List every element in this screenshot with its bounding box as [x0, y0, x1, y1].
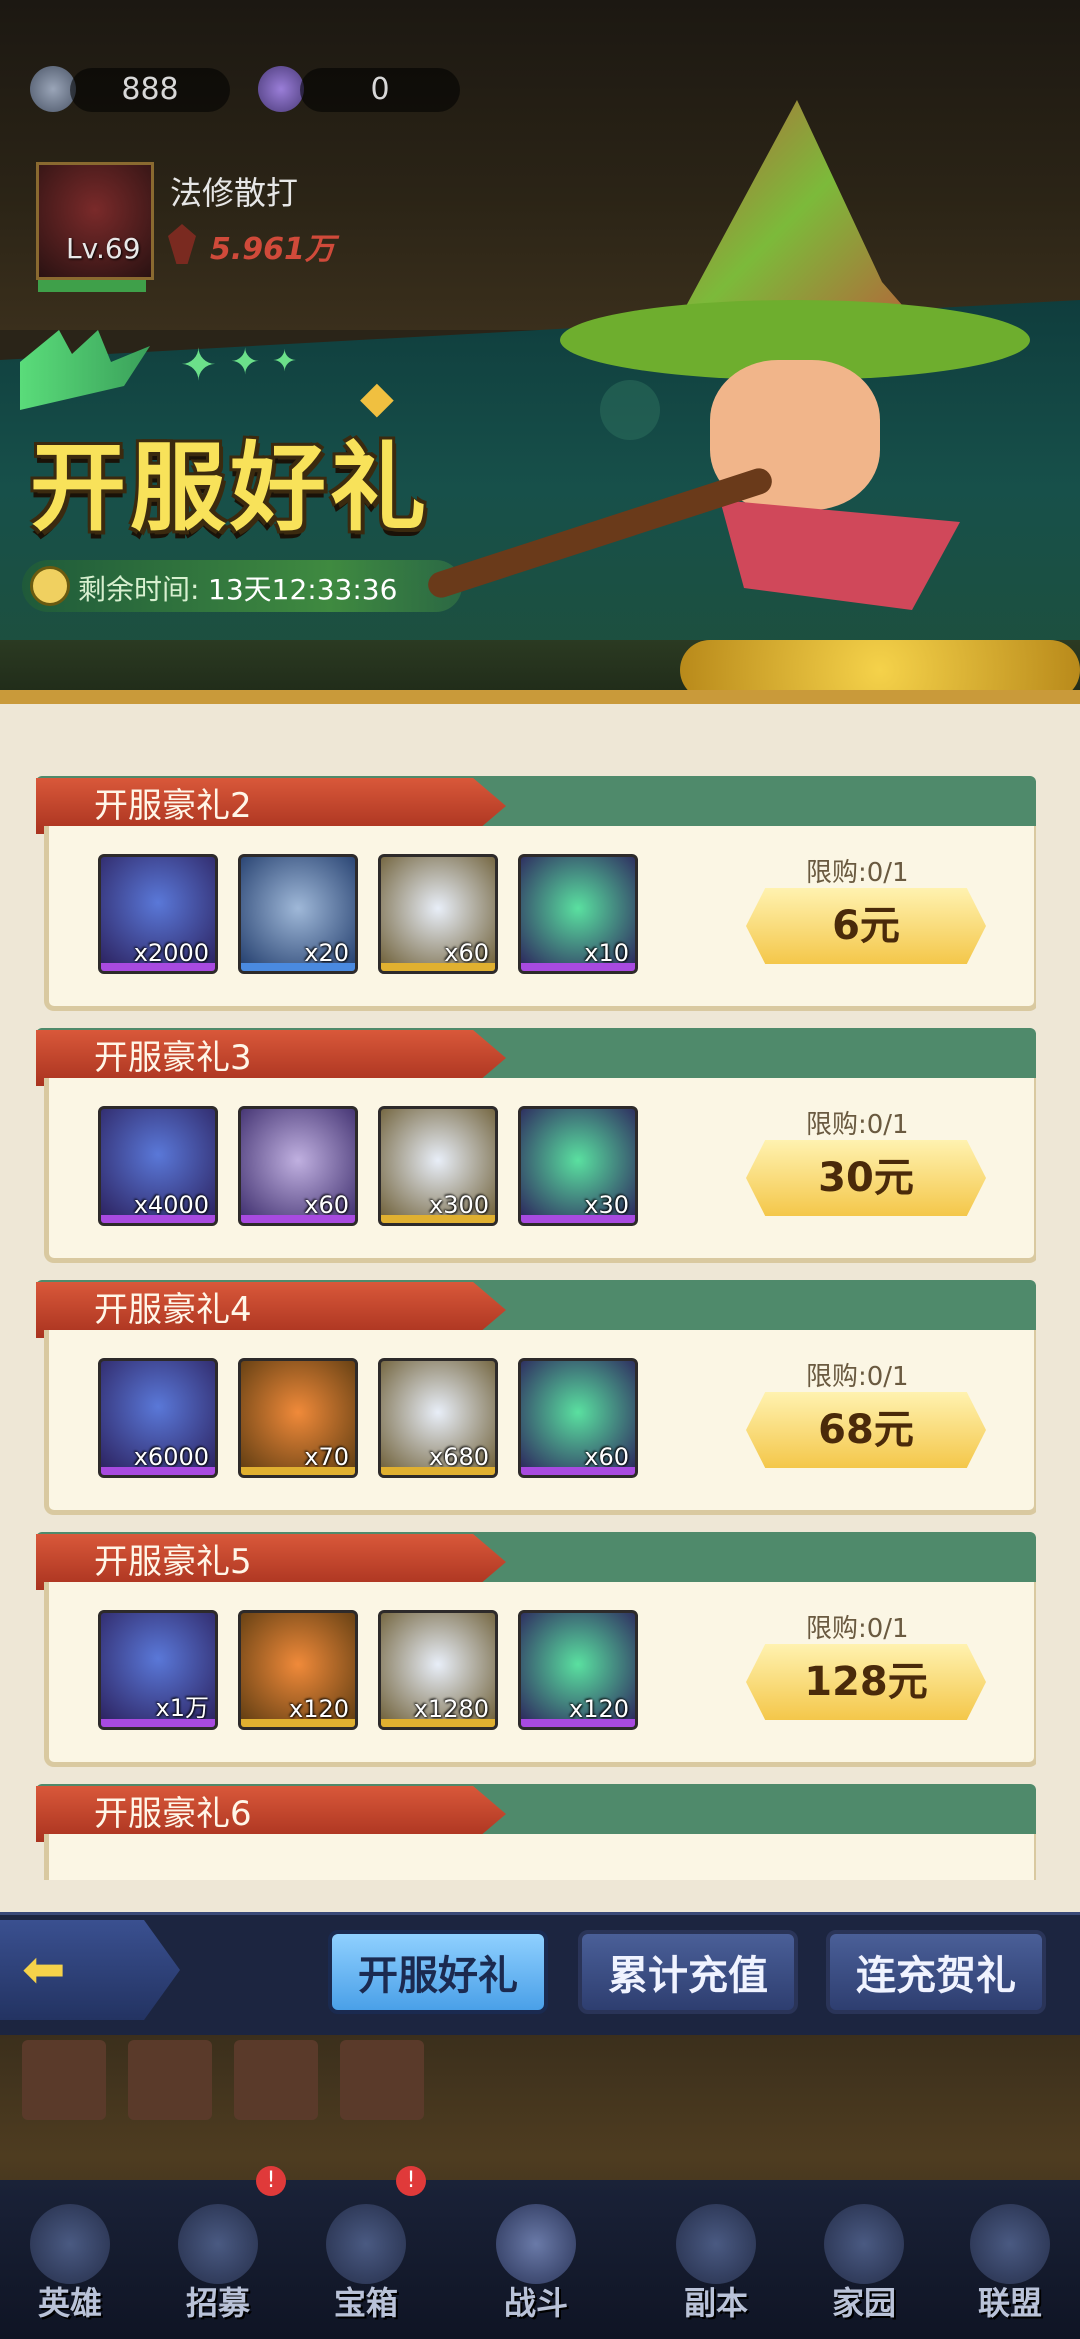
- nav-dungeon[interactable]: 副本: [646, 2190, 786, 2330]
- nav-heroes[interactable]: 英雄: [0, 2190, 140, 2330]
- pack-card: 开服豪礼4 x6000 x70 x680 x60 限购:0/1 68元: [36, 1274, 1036, 1515]
- purchase-limit: 限购:0/1: [806, 858, 909, 888]
- dungeon-icon: [676, 2204, 756, 2284]
- purchase-limit: 限购:0/1: [806, 1110, 909, 1140]
- hero-slot: [128, 2040, 212, 2120]
- player-power: 5.961万: [210, 232, 335, 267]
- energy-card-icon[interactable]: x10: [518, 854, 638, 974]
- gold-chest-icon[interactable]: x120: [238, 1610, 358, 1730]
- nav-battle[interactable]: 战斗: [466, 2190, 606, 2330]
- player-level: Lv.69: [66, 232, 141, 265]
- purchase-limit: 限购:0/1: [806, 1614, 909, 1644]
- timer-bar: 剩余时间: 13天12:33:36: [22, 560, 462, 612]
- notification-badge: !: [256, 2166, 286, 2196]
- sword-icon: [496, 2204, 576, 2284]
- sparkle-icon: ✦: [230, 342, 261, 383]
- energy-card-icon[interactable]: x120: [518, 1610, 638, 1730]
- silver-ore-icon[interactable]: x680: [378, 1358, 498, 1478]
- castle-icon: [824, 2204, 904, 2284]
- clock-icon: [30, 566, 70, 606]
- nav-home[interactable]: 家园: [794, 2190, 934, 2330]
- hero-slot: [340, 2040, 424, 2120]
- silver-ore-icon[interactable]: x1280: [378, 1610, 498, 1730]
- nav-chest[interactable]: 宝箱: [296, 2190, 436, 2330]
- star-counter: 0: [300, 68, 460, 112]
- banner-title: 开服好礼: [30, 431, 430, 544]
- crystal-icon[interactable]: x4000: [98, 1106, 218, 1226]
- hero-slot: [22, 2040, 106, 2120]
- crystal-icon[interactable]: x6000: [98, 1358, 218, 1478]
- arrow-left-icon: ⬅: [22, 1940, 66, 2000]
- pack-list[interactable]: 开服豪礼2 x2000 x20 x60 x10 限购:0/1 6元 开服豪礼3 …: [36, 770, 1036, 1880]
- pack-card: 开服豪礼5 x1万 x120 x1280 x120 限购:0/1 128元: [36, 1526, 1036, 1767]
- crystal-icon[interactable]: x2000: [98, 854, 218, 974]
- buy-button[interactable]: 6元: [746, 888, 986, 964]
- energy-card-icon[interactable]: x30: [518, 1106, 638, 1226]
- energy-card-icon[interactable]: x60: [518, 1358, 638, 1478]
- nav-recruit[interactable]: 招募: [148, 2190, 288, 2330]
- purchase-limit: 限购:0/1: [806, 1362, 909, 1392]
- sparkle-icon: ✦: [180, 340, 217, 391]
- tab-consecutive-recharge[interactable]: 连充贺礼: [826, 1930, 1046, 2014]
- shield-icon: [970, 2204, 1050, 2284]
- sparkle-icon: ✦: [272, 344, 298, 379]
- crystal-icon[interactable]: x1万: [98, 1610, 218, 1730]
- pack-card: 开服豪礼3 x4000 x60 x300 x30 限购:0/1 30元: [36, 1022, 1036, 1263]
- pack-card: 开服豪礼2 x2000 x20 x60 x10 限购:0/1 6元: [36, 770, 1036, 1011]
- hero-scarf: [720, 500, 960, 610]
- pack-card: 开服豪礼6: [36, 1778, 1036, 1880]
- buy-button[interactable]: 128元: [746, 1644, 986, 1720]
- buy-button[interactable]: 68元: [746, 1392, 986, 1468]
- tab-cumulative-recharge[interactable]: 累计充值: [578, 1930, 798, 2014]
- level-bar: [38, 280, 146, 292]
- silver-ore-icon[interactable]: x300: [378, 1106, 498, 1226]
- star-icon: [258, 66, 304, 112]
- gold-chest-icon[interactable]: x70: [238, 1358, 358, 1478]
- recruit-icon: [178, 2204, 258, 2284]
- hero-slot: [234, 2040, 318, 2120]
- card-body: [44, 1834, 1036, 1880]
- player-name: 法修散打: [170, 174, 299, 212]
- purple-chest-icon[interactable]: x60: [238, 1106, 358, 1226]
- hero-icon: [30, 2204, 110, 2284]
- buy-button[interactable]: 30元: [746, 1140, 986, 1216]
- timer-label: 剩余时间:: [78, 573, 200, 606]
- gem-counter: 888: [70, 68, 230, 112]
- blue-chest-icon[interactable]: x20: [238, 854, 358, 974]
- notification-badge: !: [396, 2166, 426, 2196]
- back-button[interactable]: ⬅: [0, 1920, 180, 2020]
- hero-character: [424, 100, 1080, 700]
- silver-ore-icon[interactable]: x60: [378, 854, 498, 974]
- nav-alliance[interactable]: 联盟: [940, 2190, 1080, 2330]
- tab-server-gift[interactable]: 开服好礼: [328, 1930, 548, 2014]
- chest-icon: [326, 2204, 406, 2284]
